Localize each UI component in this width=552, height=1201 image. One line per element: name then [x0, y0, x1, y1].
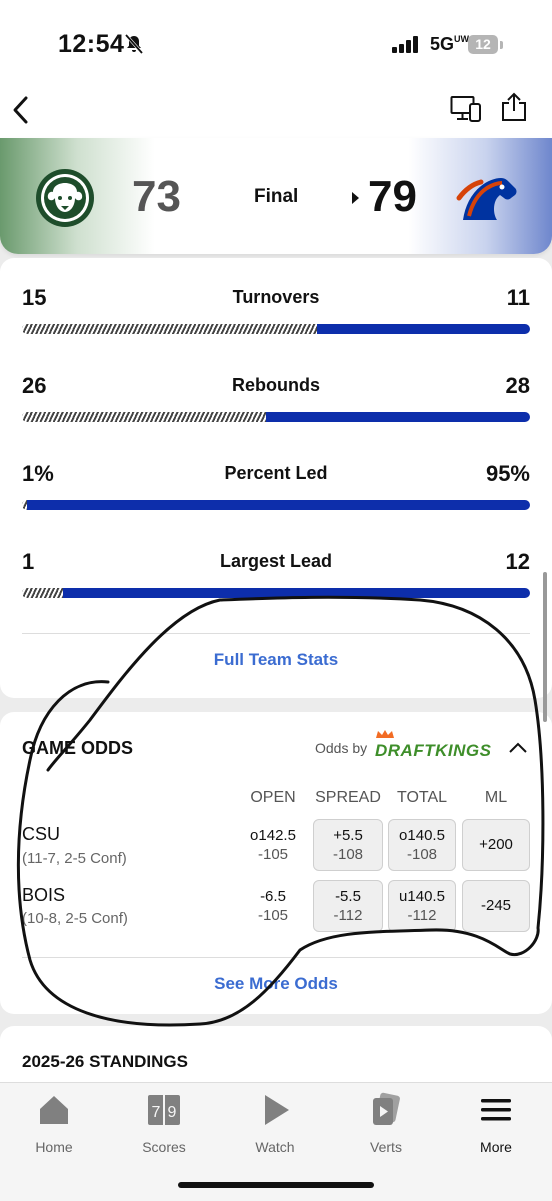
- stat-bar-turnovers: [22, 324, 530, 334]
- home-stat-rebounds: 28: [505, 373, 530, 398]
- total-odds-button[interactable]: u140.5 -112: [388, 880, 456, 932]
- tab-scores[interactable]: 7 9 Scores: [124, 1092, 204, 1155]
- tab-home[interactable]: Home: [14, 1092, 94, 1155]
- total-value: u140.5: [399, 888, 445, 905]
- spread-price: -112: [333, 907, 363, 924]
- tab-label: Home: [35, 1139, 73, 1155]
- odds-team-record: (10-8, 2-5 Conf): [22, 910, 128, 927]
- back-icon[interactable]: [10, 92, 34, 128]
- full-team-stats-link[interactable]: Full Team Stats: [0, 650, 552, 670]
- home-bar: [62, 588, 530, 598]
- tab-label: Scores: [142, 1139, 186, 1155]
- open-price: -105: [257, 846, 289, 863]
- csu-rams-logo[interactable]: [35, 168, 95, 228]
- away-score: 73: [132, 172, 181, 221]
- col-header-total: TOTAL: [396, 789, 448, 806]
- stat-bar-rebounds: [22, 412, 530, 422]
- stat-bar-percent-led: [22, 500, 530, 510]
- home-stat-largest-lead: 12: [505, 549, 530, 574]
- tab-label: Watch: [255, 1139, 295, 1155]
- odds-by-label: Odds by: [315, 740, 368, 756]
- battery-nub: [500, 41, 503, 49]
- spread-odds-button[interactable]: -5.5 -112: [313, 880, 383, 932]
- total-price: -108: [406, 846, 438, 863]
- spread-price: -108: [332, 846, 364, 863]
- stat-label-turnovers: Turnovers: [232, 287, 320, 307]
- signal-icon: [392, 35, 420, 53]
- see-more-odds-link[interactable]: See More Odds: [0, 974, 552, 994]
- winner-arrow-icon: [352, 192, 359, 204]
- cast-device-icon[interactable]: [450, 95, 482, 123]
- home-score: 79: [368, 172, 417, 221]
- odds-team-name: BOIS: [22, 885, 66, 905]
- tab-label: More: [480, 1139, 512, 1155]
- stat-label-percent-led: Percent Led: [224, 463, 328, 483]
- status-time: 12:54: [58, 30, 125, 58]
- total-price: -112: [407, 907, 437, 924]
- odds-team-record: (11-7, 2-5 Conf): [22, 850, 127, 867]
- standings-title: 2025-26 STANDINGS: [22, 1052, 188, 1071]
- tab-verts[interactable]: Verts: [346, 1092, 426, 1155]
- verts-icon: [373, 1092, 400, 1125]
- home-bar: [316, 324, 530, 334]
- col-header-spread: SPREAD: [315, 789, 381, 806]
- open-value: -6.5: [260, 888, 286, 905]
- away-bar: [22, 588, 63, 598]
- tab-label: Verts: [370, 1139, 402, 1155]
- svg-text:9: 9: [168, 1104, 177, 1121]
- share-icon[interactable]: [500, 92, 528, 122]
- boise-state-broncos-logo[interactable]: [455, 168, 521, 228]
- away-stat-percent-led: 1%: [22, 461, 54, 486]
- battery-icon: 12: [468, 35, 498, 54]
- stat-bar-largest-lead: [22, 588, 530, 598]
- spread-odds-button[interactable]: +5.5 -108: [313, 819, 383, 871]
- network-indicator: 5GUW: [430, 34, 470, 54]
- tab-watch[interactable]: Watch: [235, 1092, 315, 1155]
- moneyline-odds-button[interactable]: -245: [462, 880, 530, 932]
- spread-value: -5.5: [335, 888, 361, 905]
- away-stat-largest-lead: 1: [22, 549, 35, 574]
- scores-icon: 7 9: [148, 1095, 180, 1125]
- total-odds-button[interactable]: o140.5 -108: [388, 819, 456, 871]
- spread-value: +5.5: [333, 827, 363, 844]
- bell-muted-icon: [124, 34, 144, 54]
- open-line: -6.5 -105: [240, 887, 306, 925]
- away-stat-rebounds: 26: [22, 373, 47, 398]
- scrollbar[interactable]: [543, 572, 547, 722]
- home-stat-turnovers: 11: [506, 285, 530, 310]
- away-stat-turnovers: 15: [22, 285, 47, 310]
- open-line: o142.5 -105: [240, 826, 306, 864]
- divider: [22, 957, 530, 958]
- home-stat-percent-led: 95%: [485, 461, 530, 486]
- play-icon: [265, 1095, 289, 1125]
- tab-more[interactable]: More: [456, 1092, 536, 1155]
- odds-team-name: CSU: [22, 824, 61, 844]
- away-bar: [22, 412, 266, 422]
- home-bar: [265, 412, 530, 422]
- svg-text:7: 7: [152, 1104, 161, 1121]
- stat-label-largest-lead: Largest Lead: [219, 551, 333, 571]
- stat-label-rebounds: Rebounds: [232, 375, 320, 395]
- open-price: -105: [257, 907, 289, 924]
- col-header-open: OPEN: [250, 789, 296, 806]
- moneyline-odds-button[interactable]: +200: [462, 819, 530, 871]
- draftkings-crown-icon: [376, 730, 394, 738]
- draftkings-logo: DRAFTKINGS: [375, 741, 492, 760]
- home-bar: [27, 500, 530, 510]
- chevron-up-icon[interactable]: [508, 742, 528, 754]
- game-status: Final: [254, 186, 299, 207]
- col-header-ml: ML: [484, 789, 508, 806]
- open-value: o142.5: [250, 827, 296, 844]
- home-icon: [40, 1096, 68, 1124]
- menu-icon: [481, 1099, 511, 1121]
- divider: [22, 633, 530, 634]
- game-odds-title: GAME ODDS: [22, 738, 134, 758]
- total-value: o140.5: [399, 827, 445, 844]
- home-indicator: [178, 1182, 374, 1188]
- away-bar: [22, 324, 317, 334]
